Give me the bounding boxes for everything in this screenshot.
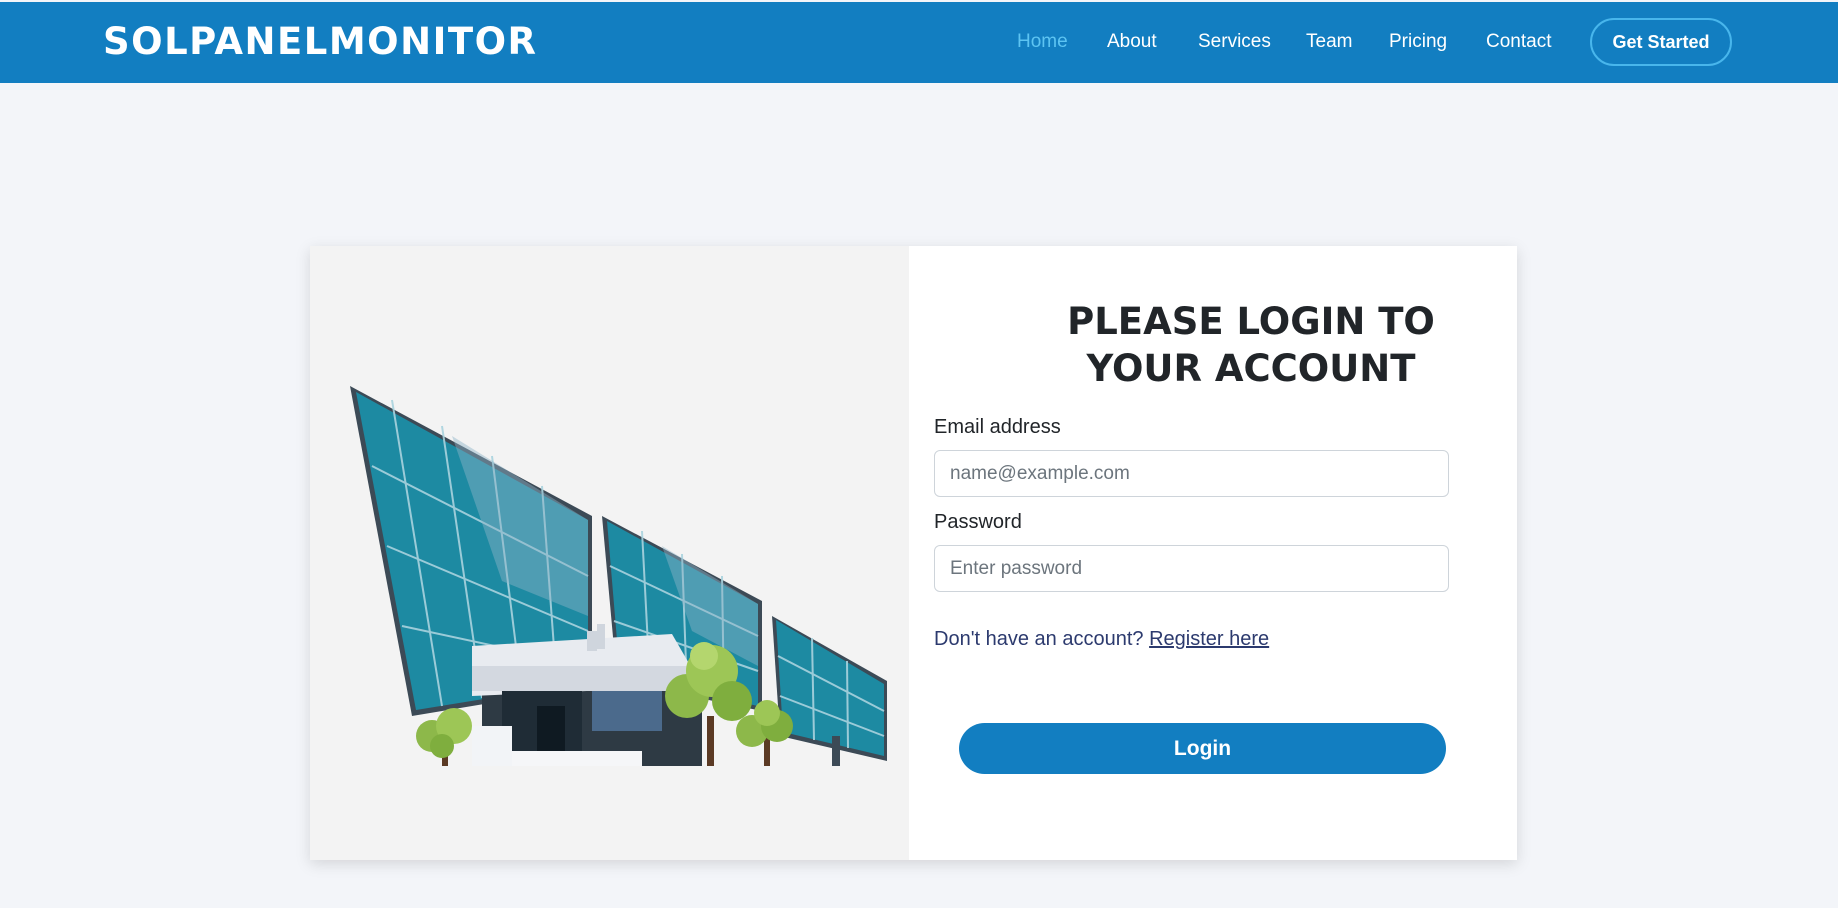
password-label: Password <box>934 511 1022 533</box>
illustration-panel <box>310 246 909 860</box>
top-navigation-bar: SOLPANELMONITOR Home About Services Team… <box>0 2 1838 83</box>
email-label: Email address <box>934 416 1061 438</box>
login-card: PLEASE LOGIN TO YOUR ACCOUNT Email addre… <box>310 246 1517 860</box>
login-title: PLEASE LOGIN TO YOUR ACCOUNT <box>1067 300 1435 390</box>
get-started-button[interactable]: Get Started <box>1590 18 1732 66</box>
register-link[interactable]: Register here <box>1149 628 1269 650</box>
nav-home-link[interactable]: Home <box>1017 30 1068 54</box>
nav-team-link[interactable]: Team <box>1306 30 1352 54</box>
register-prompt-text: Don't have an account? <box>934 628 1144 650</box>
register-prompt: Don't have an account? Register here <box>934 626 1269 652</box>
solar-panel-building-illustration <box>350 386 887 766</box>
login-button[interactable]: Login <box>959 723 1446 774</box>
site-logo[interactable]: SOLPANELMONITOR <box>103 20 538 64</box>
nav-pricing-link[interactable]: Pricing <box>1389 30 1447 54</box>
login-form-panel: PLEASE LOGIN TO YOUR ACCOUNT Email addre… <box>909 246 1517 860</box>
email-field[interactable] <box>934 450 1449 497</box>
password-field[interactable] <box>934 545 1449 592</box>
nav-contact-link[interactable]: Contact <box>1486 30 1551 54</box>
nav-about-link[interactable]: About <box>1107 30 1157 54</box>
nav-services-link[interactable]: Services <box>1198 30 1271 54</box>
